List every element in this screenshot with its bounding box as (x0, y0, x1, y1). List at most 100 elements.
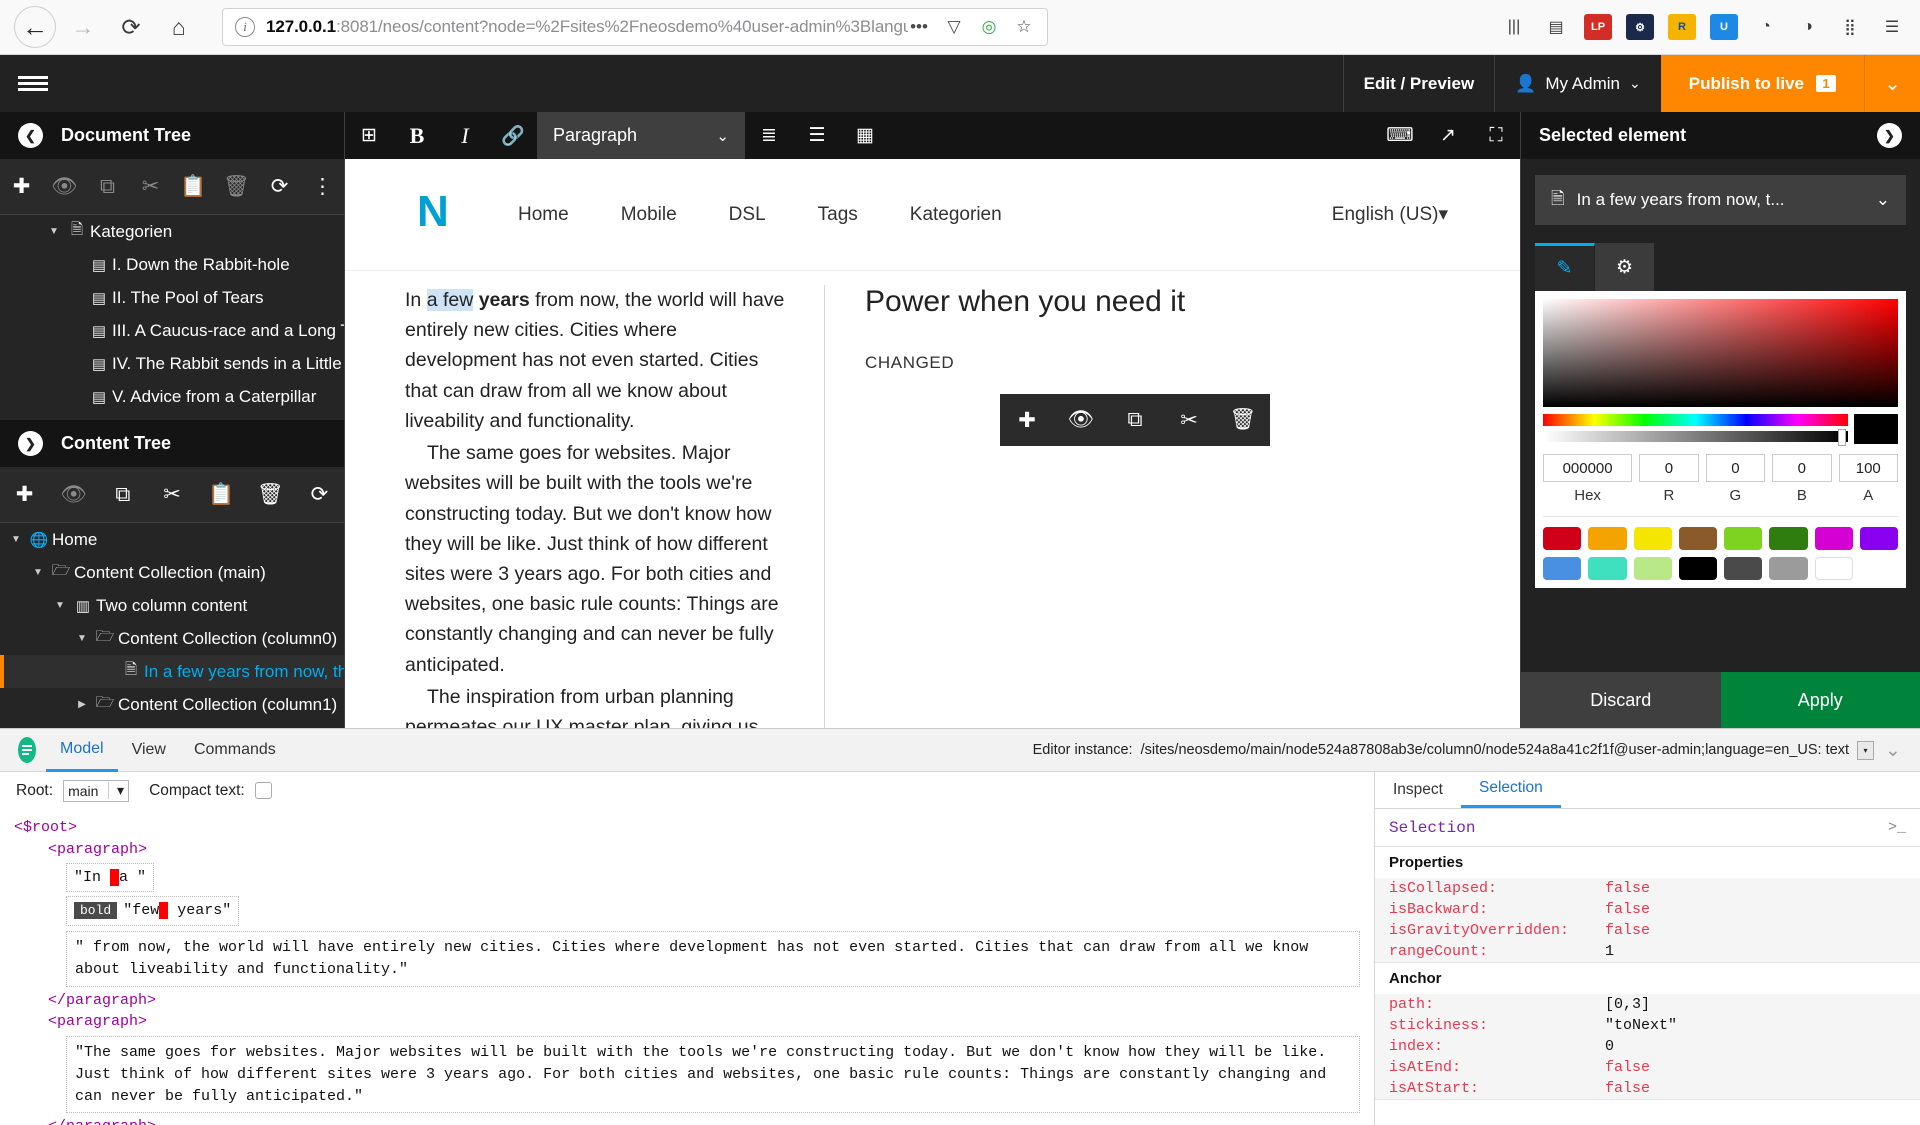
nav-item[interactable]: Kategorien (910, 204, 1002, 226)
color-swatch[interactable] (1815, 527, 1853, 550)
xml-p2-open[interactable]: <paragraph> (14, 1011, 1360, 1033)
paragraph-3[interactable]: The inspiration from urban planning perm… (405, 682, 794, 728)
add-node-icon[interactable]: ⊞ (345, 112, 393, 159)
apps-icon[interactable]: ⣿ (1836, 14, 1864, 40)
tree-node[interactable]: ▼▥Two column content (0, 589, 344, 622)
site-logo[interactable]: N (417, 192, 463, 238)
opera-icon[interactable]: ◔ (1752, 14, 1780, 40)
color-swatch[interactable] (1543, 527, 1581, 550)
right-subtext[interactable]: CHANGED (865, 353, 1480, 373)
tree-node[interactable]: ▼🗁Content Collection (main) (0, 556, 344, 589)
more-icon[interactable]: ⋮ (301, 174, 344, 199)
tree-node[interactable]: ▼🌐Home (0, 523, 344, 556)
tree-node[interactable]: ▤V. Advice from a Caterpillar (0, 380, 344, 413)
column-right[interactable]: Power when you need it CHANGED (825, 285, 1520, 728)
collapse-caret-icon[interactable]: ▼ (6, 534, 26, 545)
url-bar[interactable]: i 127.0.0.1:8081/neos/content?node=%2Fsi… (222, 8, 1048, 46)
keyboard-icon[interactable]: ⌨ (1376, 112, 1424, 159)
site-info-icon[interactable]: i (235, 17, 255, 37)
color-swatch[interactable] (1588, 527, 1626, 550)
xml-p2-text-wrap[interactable]: "The same goes for websites. Major websi… (14, 1036, 1360, 1113)
tree-node[interactable]: ▼🗎Kategorien (0, 215, 344, 248)
hex-input[interactable] (1543, 454, 1632, 482)
color-swatch[interactable] (1634, 557, 1672, 580)
xml-root-open[interactable]: <$root> (14, 817, 1360, 839)
nav-item[interactable]: Home (518, 204, 569, 226)
link-icon[interactable]: 🔗 (489, 112, 537, 159)
tree-node[interactable]: ▤III. A Caucus-race and a Long Tale (0, 314, 344, 347)
paragraph-2[interactable]: The same goes for websites. Major websit… (405, 438, 794, 680)
color-swatch[interactable] (1815, 557, 1853, 580)
publish-to-live-button[interactable]: Publish to live 1 (1661, 55, 1864, 112)
nav-item[interactable]: DSL (729, 204, 766, 226)
color-swatch[interactable] (1634, 527, 1672, 550)
bold-button[interactable]: B (393, 112, 441, 159)
browser-menu-icon[interactable]: ☰ (1878, 14, 1906, 40)
tab-edit[interactable]: ✎ (1535, 243, 1595, 291)
hide-icon[interactable]: 👁 (1054, 408, 1108, 432)
italic-button[interactable]: I (441, 112, 489, 159)
delete-icon[interactable]: 🗑 (215, 175, 258, 199)
open-external-icon[interactable]: ↗ (1424, 112, 1472, 159)
hide-icon[interactable]: 👁 (43, 175, 86, 199)
chevron-down-icon[interactable]: ❯ (18, 431, 43, 456)
saturation-area[interactable] (1543, 299, 1898, 407)
xml-p1-text3-wrap[interactable]: " from now, the world will have entirely… (14, 931, 1360, 987)
devtools-collapse-icon[interactable]: ⌄ (1874, 739, 1912, 762)
back-arrow-icon[interactable]: ← (14, 6, 56, 48)
refresh-icon[interactable]: ⟳ (258, 174, 301, 199)
r-extension-icon[interactable]: R (1668, 14, 1696, 40)
tab-selection[interactable]: Selection (1461, 771, 1561, 808)
color-swatch[interactable] (1769, 527, 1807, 550)
publish-dropdown-caret[interactable]: ⌄ (1864, 55, 1920, 112)
nav-item[interactable]: Mobile (621, 204, 677, 226)
instance-dropdown-icon[interactable]: ▾ (1857, 741, 1874, 760)
add-icon[interactable]: ✚ (1000, 408, 1054, 433)
discard-button[interactable]: Discard (1521, 672, 1721, 728)
fullscreen-icon[interactable]: ⛶ (1472, 112, 1520, 159)
delete-icon[interactable]: 🗑 (1216, 408, 1270, 432)
compact-text-checkbox[interactable] (255, 782, 272, 799)
color-swatch[interactable] (1860, 527, 1898, 550)
tab-settings[interactable]: ⚙ (1595, 243, 1655, 291)
refresh-icon[interactable]: ⟳ (295, 482, 344, 507)
cut-icon[interactable]: ✂ (1162, 408, 1216, 433)
chevron-left-icon[interactable]: ❮ (18, 123, 43, 148)
chevron-right-icon[interactable]: ❯ (1877, 123, 1902, 148)
delete-icon[interactable]: 🗑 (246, 483, 295, 507)
console-icon[interactable]: >_ (1888, 819, 1906, 836)
table-icon[interactable]: ▦ (841, 112, 889, 159)
unordered-list-icon[interactable]: ☰ (793, 112, 841, 159)
collapse-caret-icon[interactable]: ▼ (72, 633, 92, 644)
edit-preview-button[interactable]: Edit / Preview (1343, 55, 1495, 112)
tab-commands[interactable]: Commands (180, 729, 290, 772)
tree-node-selected[interactable]: 🗎In a few years from now, the w (0, 655, 344, 688)
hamburger-menu-icon[interactable] (0, 55, 66, 112)
github-icon[interactable]: ◑ (1794, 14, 1822, 40)
tree-node[interactable]: ▤IV. The Rabbit sends in a Little Bill (0, 347, 344, 380)
cut-icon[interactable]: ✂ (147, 482, 196, 507)
r-input[interactable] (1639, 454, 1698, 482)
expand-caret-icon[interactable]: ▶ (72, 699, 92, 710)
reload-icon[interactable]: ⟳ (110, 6, 152, 48)
tree-node[interactable]: ▼🗁Content Collection (column0) (0, 622, 344, 655)
color-swatch[interactable] (1679, 557, 1717, 580)
xml-p1-text1[interactable]: "In [a " (14, 861, 1360, 895)
right-heading[interactable]: Power when you need it (865, 285, 1480, 319)
tab-view[interactable]: View (118, 729, 180, 772)
xml-p1-text2[interactable]: bold"few] years" (14, 894, 1360, 928)
more-options-icon[interactable]: ••• (908, 16, 930, 38)
collapse-caret-icon[interactable]: ▼ (28, 567, 48, 578)
hue-slider[interactable] (1543, 414, 1848, 426)
forward-arrow-icon[interactable]: → (62, 6, 104, 48)
lastpass-icon[interactable]: LP (1584, 14, 1612, 40)
sidebar-icon[interactable]: ▤ (1542, 14, 1570, 40)
color-swatch[interactable] (1769, 557, 1807, 580)
collapse-caret-icon[interactable]: ▼ (44, 226, 64, 237)
root-select[interactable]: main▾ (63, 780, 129, 802)
color-swatch[interactable] (1679, 527, 1717, 550)
color-swatch[interactable] (1724, 527, 1762, 550)
tree-node[interactable]: ▤II. The Pool of Tears (0, 281, 344, 314)
format-dropdown[interactable]: Paragraph ⌄ (537, 112, 745, 159)
collapse-caret-icon[interactable]: ▼ (50, 600, 70, 611)
